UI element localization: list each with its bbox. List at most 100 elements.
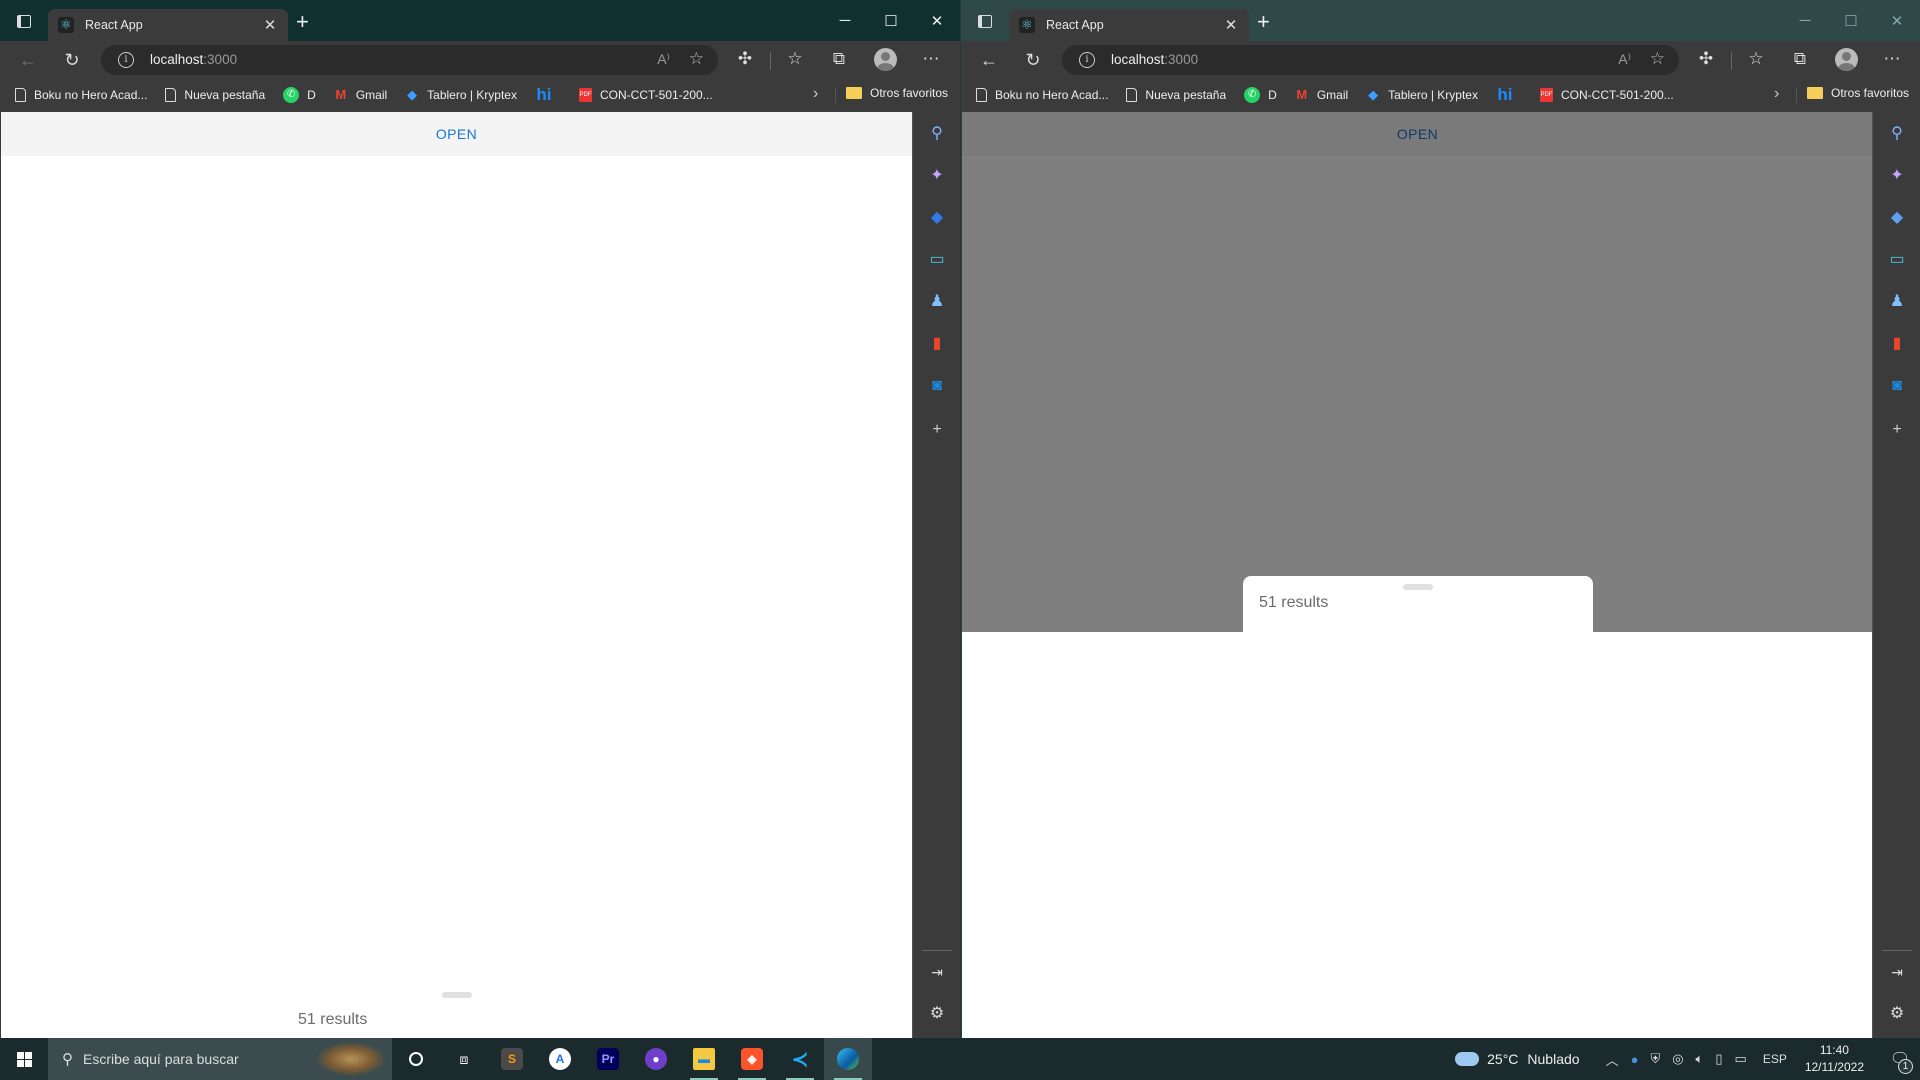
search-icon[interactable]: ⚲: [925, 122, 949, 146]
gear-icon[interactable]: ⚙: [925, 1002, 949, 1026]
task-view-button[interactable]: ⧈: [440, 1038, 488, 1080]
bookmark-item[interactable]: ✆ D: [1244, 86, 1277, 103]
open-button[interactable]: OPEN: [426, 120, 487, 148]
back-button[interactable]: ←: [977, 48, 1001, 72]
taskbar-search[interactable]: ⚲ Escribe aquí para buscar: [48, 1038, 392, 1080]
url-text[interactable]: localhost:3000: [1111, 52, 1198, 67]
outlook-icon[interactable]: ◙: [925, 374, 949, 398]
taskbar-app-github[interactable]: ●: [632, 1038, 680, 1080]
address-bar[interactable]: i localhost:3000 A⁾ ☆: [101, 45, 718, 75]
add-icon[interactable]: +: [925, 418, 949, 442]
bookmark-item[interactable]: ✆ D: [283, 86, 316, 103]
swipeable-drawer-peek[interactable]: 51 results: [1, 982, 912, 1038]
address-bar[interactable]: i localhost:3000 A⁾ ☆: [1062, 45, 1679, 75]
office-icon[interactable]: ▮: [925, 332, 949, 356]
close-window-button[interactable]: ✕: [1874, 0, 1920, 41]
search-icon[interactable]: ⚲: [1885, 122, 1909, 146]
add-icon[interactable]: +: [1885, 418, 1909, 442]
network-icon[interactable]: ▭: [1735, 1051, 1747, 1067]
add-favorite-icon[interactable]: ☆: [1650, 49, 1665, 69]
taskbar-app-premiere[interactable]: Pr: [584, 1038, 632, 1080]
outlook-icon[interactable]: ◙: [1885, 374, 1909, 398]
bookmark-item[interactable]: ◆ Tablero | Kryptex: [405, 87, 517, 103]
games-icon[interactable]: ♟: [1885, 290, 1909, 314]
copilot-icon[interactable]: ✦: [1885, 164, 1909, 188]
other-favorites[interactable]: Otros favoritos: [846, 86, 948, 100]
minimize-button[interactable]: ─: [1782, 0, 1828, 41]
chevron-right-icon[interactable]: ›: [1774, 85, 1779, 103]
taskbar-app-vscode[interactable]: ≺: [776, 1038, 824, 1080]
other-favorites[interactable]: Otros favoritos: [1807, 86, 1909, 100]
collections-icon[interactable]: ⧉: [828, 49, 850, 69]
more-options-icon[interactable]: ⋯: [920, 49, 942, 69]
extensions-icon[interactable]: ✣: [1695, 49, 1717, 69]
shopping-tag-icon[interactable]: ◆: [925, 206, 949, 230]
copilot-icon[interactable]: ✦: [925, 164, 949, 188]
tab-actions-button[interactable]: [975, 12, 995, 32]
hide-sidebar-icon[interactable]: ⇥: [925, 960, 949, 984]
extensions-icon[interactable]: ✣: [734, 49, 756, 69]
more-options-icon[interactable]: ⋯: [1881, 49, 1903, 69]
modal-backdrop[interactable]: [962, 112, 1873, 632]
site-info-icon[interactable]: i: [118, 52, 134, 68]
clock[interactable]: 11:40 12/11/2022: [1805, 1042, 1864, 1076]
bookmark-item[interactable]: Boku no Hero Acad...: [15, 87, 147, 102]
taskbar-app-explorer[interactable]: ▬: [680, 1038, 728, 1080]
new-tab-button[interactable]: +: [1257, 11, 1270, 33]
close-tab-icon[interactable]: ✕: [1223, 16, 1239, 34]
bookmark-item[interactable]: PDF CON-CCT-501-200...: [1539, 87, 1674, 102]
favorites-icon[interactable]: ☆: [1745, 49, 1767, 69]
close-tab-icon[interactable]: ✕: [262, 16, 278, 34]
start-button[interactable]: [0, 1038, 48, 1080]
taskbar-app[interactable]: A: [536, 1038, 584, 1080]
tools-icon[interactable]: ▭: [925, 248, 949, 272]
favorites-icon[interactable]: ☆: [784, 49, 806, 69]
bookmark-item[interactable]: PDF CON-CCT-501-200...: [578, 87, 713, 102]
close-window-button[interactable]: ✕: [914, 0, 960, 41]
bookmark-item[interactable]: hi: [535, 86, 561, 103]
swipeable-drawer[interactable]: 51 results: [1243, 576, 1593, 632]
shopping-tag-icon[interactable]: ◆: [1885, 206, 1909, 230]
read-aloud-icon[interactable]: A⁾: [657, 51, 670, 68]
language-indicator[interactable]: ESP: [1763, 1052, 1787, 1066]
usb-icon[interactable]: ▯: [1715, 1051, 1722, 1067]
read-aloud-icon[interactable]: A⁾: [1618, 51, 1631, 68]
notification-center-button[interactable]: 🗨︎ 1: [1880, 1038, 1920, 1080]
new-tab-button[interactable]: +: [296, 11, 309, 33]
bookmark-item[interactable]: M Gmail: [1295, 87, 1348, 103]
minimize-button[interactable]: ─: [822, 0, 868, 41]
weather-widget[interactable]: 25°C Nublado: [1455, 1051, 1580, 1067]
hide-sidebar-icon[interactable]: ⇥: [1885, 960, 1909, 984]
tools-icon[interactable]: ▭: [1885, 248, 1909, 272]
collections-icon[interactable]: ⧉: [1789, 49, 1811, 69]
maximize-button[interactable]: ☐: [1828, 0, 1874, 41]
app-tray-icon[interactable]: ◎: [1672, 1051, 1683, 1067]
security-icon[interactable]: ⛨: [1650, 1051, 1660, 1067]
gear-icon[interactable]: ⚙: [1885, 1002, 1909, 1026]
chevron-up-icon[interactable]: ︿: [1606, 1050, 1619, 1069]
site-info-icon[interactable]: i: [1079, 52, 1095, 68]
refresh-button[interactable]: ↻: [60, 48, 84, 72]
add-favorite-icon[interactable]: ☆: [689, 49, 704, 69]
bookmark-item[interactable]: Nueva pestaña: [165, 87, 265, 102]
browser-tab[interactable]: ⚛ React App ✕: [1009, 9, 1249, 41]
volume-icon[interactable]: 🔈︎: [1696, 1051, 1704, 1067]
bookmark-item[interactable]: Boku no Hero Acad...: [976, 87, 1108, 102]
refresh-button[interactable]: ↻: [1021, 48, 1045, 72]
taskbar-app-sublime[interactable]: S: [488, 1038, 536, 1080]
profile-avatar[interactable]: [1835, 48, 1858, 71]
steam-icon[interactable]: ●: [1631, 1052, 1639, 1067]
chevron-right-icon[interactable]: ›: [813, 85, 818, 103]
profile-avatar[interactable]: [874, 48, 897, 71]
games-icon[interactable]: ♟: [925, 290, 949, 314]
drawer-puller[interactable]: [1403, 584, 1433, 590]
bookmark-item[interactable]: hi: [1496, 86, 1522, 103]
url-text[interactable]: localhost:3000: [150, 52, 237, 67]
back-button[interactable]: ←: [16, 48, 40, 72]
taskbar-app-edge[interactable]: [824, 1038, 872, 1080]
drawer-puller[interactable]: [442, 992, 472, 998]
taskbar-app-brave[interactable]: ◈: [728, 1038, 776, 1080]
cortana-button[interactable]: [392, 1038, 440, 1080]
bookmark-item[interactable]: ◆ Tablero | Kryptex: [1366, 87, 1478, 103]
browser-tab[interactable]: ⚛ React App ✕: [48, 9, 288, 41]
